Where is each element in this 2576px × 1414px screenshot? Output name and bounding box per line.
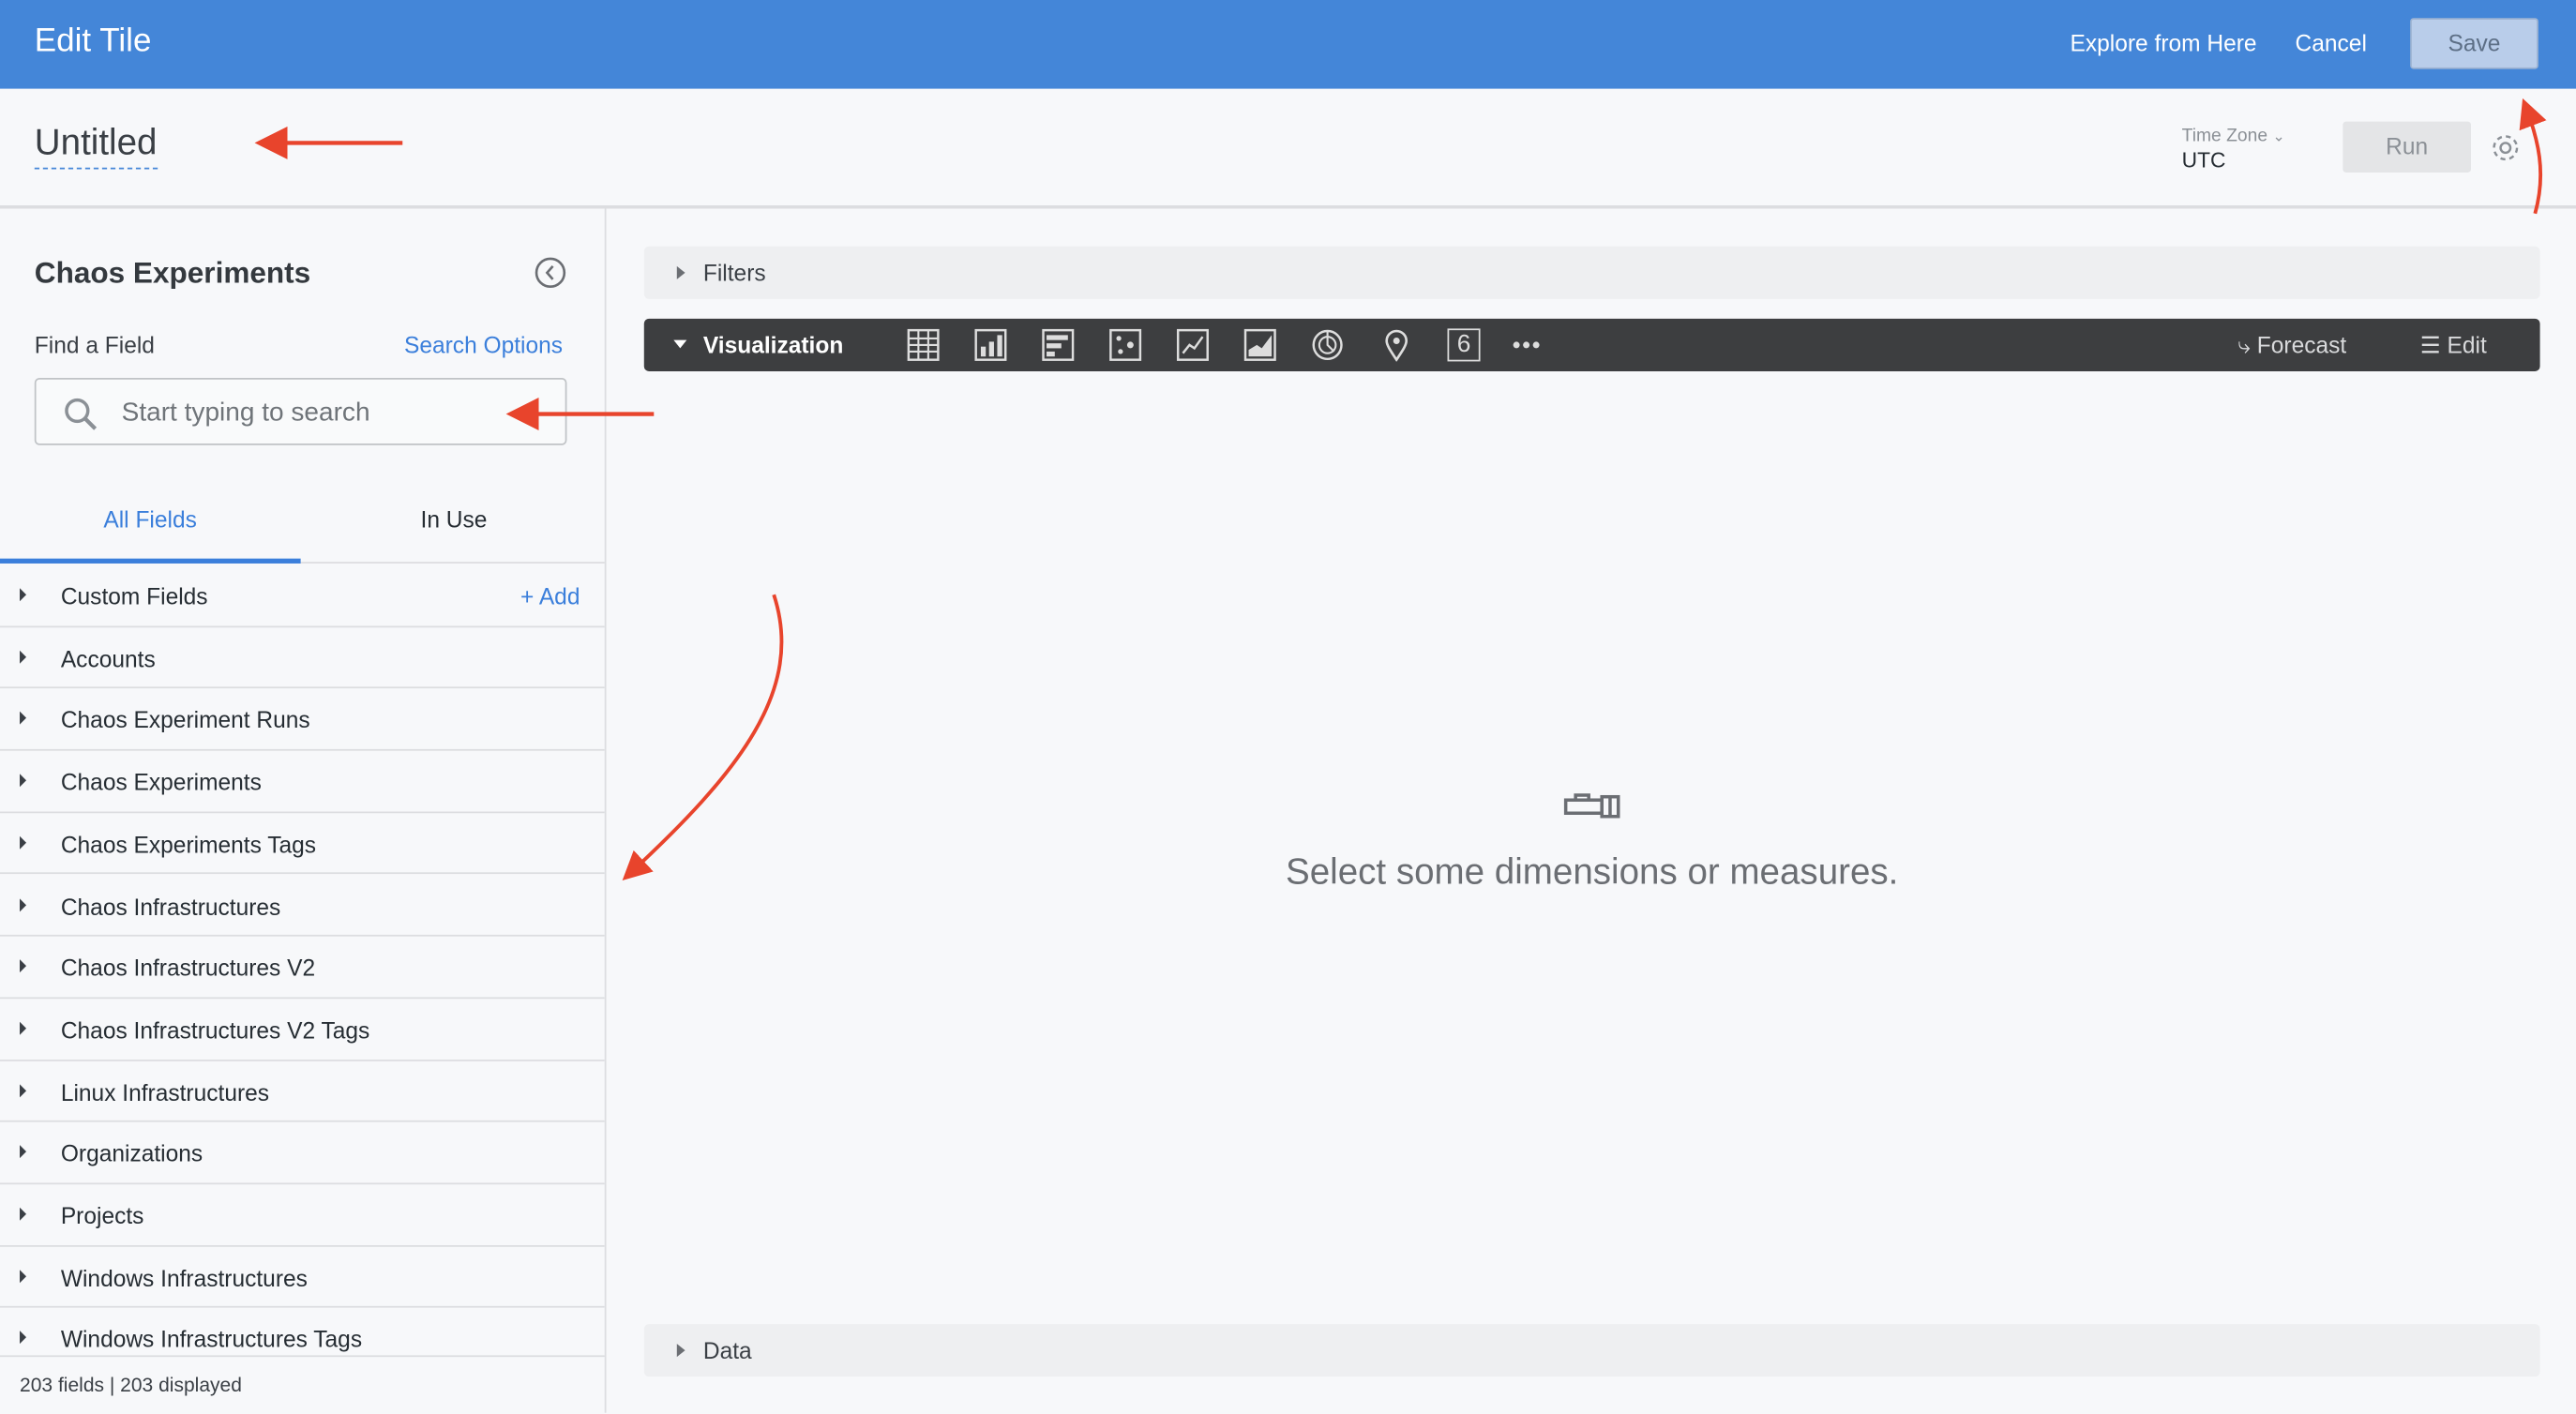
- view-list-item[interactable]: Organizations: [0, 1122, 605, 1185]
- data-section[interactable]: Data: [643, 1324, 2540, 1377]
- filters-section[interactable]: Filters: [643, 246, 2540, 299]
- caret-right-icon: [676, 265, 685, 279]
- search-options-link[interactable]: Search Options: [404, 332, 563, 358]
- view-list-item[interactable]: Chaos Infrastructures V2 Tags: [0, 999, 605, 1061]
- timezone-select[interactable]: Time Zone ⌄: [2182, 127, 2285, 146]
- data-label: Data: [702, 1337, 752, 1364]
- bar-chart-icon[interactable]: [1042, 328, 1075, 361]
- view-list-item[interactable]: Chaos Infrastructures: [0, 875, 605, 937]
- tile-title-input[interactable]: Untitled: [34, 122, 158, 170]
- chevron-down-icon: ⌄: [2272, 128, 2285, 145]
- tab-in-use[interactable]: In Use: [421, 506, 488, 533]
- timezone-label: Time Zone: [2181, 126, 2268, 146]
- forecast-icon: ⤷: [2237, 331, 2251, 358]
- explore-from-here-link[interactable]: Explore from Here: [2071, 30, 2257, 56]
- visualization-bar[interactable]: Visualization 6 ⤷ Forecast ☰ Edit: [643, 318, 2540, 371]
- view-list-item[interactable]: Custom Fields + Add: [0, 565, 605, 627]
- view-list-item[interactable]: Linux Infrastructures: [0, 1060, 605, 1123]
- scatter-icon[interactable]: [1109, 328, 1142, 361]
- cancel-link[interactable]: Cancel: [2296, 30, 2367, 56]
- caret-right-icon: [20, 1269, 27, 1283]
- active-tab-indicator: [0, 558, 301, 564]
- caret-right-icon: [20, 588, 27, 602]
- visualization-label: Visualization: [702, 331, 844, 358]
- caret-right-icon: [20, 835, 27, 850]
- caret-right-icon: [676, 1344, 685, 1358]
- view-label: Chaos Infrastructures V2: [60, 955, 316, 982]
- view-list-item[interactable]: Windows Infrastructures Tags: [0, 1308, 605, 1355]
- caret-down-icon: [673, 339, 687, 349]
- view-label: Linux Infrastructures: [60, 1078, 270, 1106]
- pie-chart-icon[interactable]: [1311, 328, 1344, 361]
- tab-all-fields[interactable]: All Fields: [103, 506, 197, 533]
- caret-right-icon: [20, 712, 27, 726]
- line-chart-icon[interactable]: [1176, 328, 1209, 361]
- view-label: Organizations: [60, 1140, 203, 1167]
- view-list-item[interactable]: Accounts: [0, 627, 605, 689]
- caret-right-icon: [20, 1207, 27, 1221]
- field-search[interactable]: [34, 377, 567, 447]
- sliders-icon: ☰: [2419, 331, 2441, 358]
- caret-right-icon: [20, 1331, 27, 1345]
- explore-title: Chaos Experiments: [34, 256, 311, 290]
- view-list-item[interactable]: Windows Infrastructures: [0, 1246, 605, 1309]
- view-label: Chaos Experiment Runs: [60, 707, 310, 734]
- forecast-button[interactable]: ⤷ Forecast: [2237, 332, 2346, 360]
- filters-label: Filters: [702, 259, 766, 286]
- view-list-item[interactable]: Chaos Experiments: [0, 751, 605, 813]
- table-icon[interactable]: [907, 328, 940, 361]
- collapse-panel-icon[interactable]: [534, 256, 566, 289]
- annotation-arrow-fields: [622, 594, 784, 881]
- empty-state-message: Select some dimensions or measures.: [1285, 850, 1899, 893]
- view-list[interactable]: Custom Fields + Add Accounts Chaos Experime…: [0, 565, 605, 1356]
- timezone-value[interactable]: UTC: [2182, 148, 2226, 173]
- caret-right-icon: [20, 774, 27, 788]
- view-label: Windows Infrastructures: [60, 1264, 308, 1291]
- caret-right-icon: [20, 1083, 27, 1097]
- view-list-item[interactable]: Projects: [0, 1184, 605, 1247]
- caret-right-icon: [20, 959, 27, 973]
- view-label: Custom Fields: [60, 582, 208, 609]
- save-button[interactable]: Save: [2410, 18, 2538, 69]
- area-chart-icon[interactable]: [1243, 328, 1276, 361]
- map-pin-icon[interactable]: [1380, 328, 1413, 362]
- empty-state-icon: [1563, 793, 1620, 819]
- field-count-footer: 203 fields | 203 displayed: [0, 1355, 605, 1414]
- search-icon: [65, 398, 98, 430]
- add-custom-field-button[interactable]: + Add: [520, 583, 580, 609]
- view-label: Chaos Experiments: [60, 769, 262, 796]
- more-icon[interactable]: [1510, 328, 1543, 361]
- view-label: Chaos Experiments Tags: [60, 831, 317, 858]
- view-label: Projects: [60, 1202, 144, 1229]
- run-button[interactable]: Run: [2343, 121, 2472, 173]
- page-title: Edit Tile: [34, 23, 152, 60]
- caret-right-icon: [20, 1021, 27, 1035]
- edit-viz-button[interactable]: ☰ Edit: [2420, 332, 2487, 360]
- caret-right-icon: [20, 897, 27, 911]
- edit-label: Edit: [2447, 331, 2487, 358]
- search-input[interactable]: [118, 379, 552, 447]
- forecast-label: Forecast: [2256, 331, 2347, 358]
- caret-right-icon: [20, 1145, 27, 1159]
- view-label: Windows Infrastructures Tags: [60, 1326, 363, 1353]
- column-chart-icon[interactable]: [974, 328, 1007, 361]
- view-label: Chaos Infrastructures V2 Tags: [60, 1016, 370, 1044]
- view-list-item[interactable]: Chaos Infrastructures V2: [0, 937, 605, 999]
- caret-right-icon: [20, 650, 27, 664]
- view-list-item[interactable]: Chaos Experiments Tags: [0, 813, 605, 875]
- view-label: Chaos Infrastructures: [60, 893, 281, 920]
- single-value-icon[interactable]: 6: [1447, 328, 1481, 362]
- gear-icon[interactable]: [2489, 131, 2522, 164]
- top-header: Edit Tile Explore from Here Cancel Save: [0, 0, 2576, 89]
- view-label: Accounts: [60, 644, 156, 672]
- view-list-item[interactable]: Chaos Experiment Runs: [0, 689, 605, 751]
- field-count: 203 fields | 203 displayed: [20, 1373, 242, 1397]
- find-field-label: Find a Field: [34, 331, 155, 358]
